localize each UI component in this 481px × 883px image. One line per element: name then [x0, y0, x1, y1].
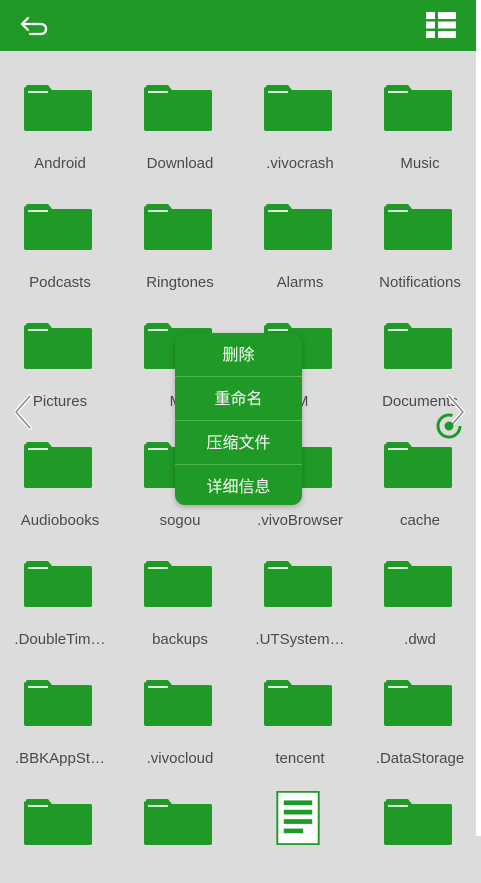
- folder-icon: [24, 799, 92, 845]
- folder-icon: [144, 561, 212, 607]
- back-arrow-icon[interactable]: [18, 10, 52, 40]
- folder-icon: [264, 85, 332, 131]
- folder-icon: [24, 323, 92, 369]
- folder-item[interactable]: .DataStorage: [360, 646, 480, 767]
- folder-icon: [24, 680, 92, 726]
- folder-item[interactable]: Ringtones: [120, 170, 240, 291]
- folder-icon: [144, 680, 212, 726]
- folder-icon: [384, 442, 452, 488]
- folder-item[interactable]: Alarms: [240, 170, 360, 291]
- folder-icon: [144, 204, 212, 250]
- folder-item[interactable]: [360, 765, 480, 883]
- folder-item[interactable]: Notifications: [360, 170, 480, 291]
- folder-icon: [384, 204, 452, 250]
- context-menu: 删除 重命名 压缩文件 详细信息: [175, 333, 302, 505]
- folder-item[interactable]: backups: [120, 527, 240, 648]
- folder-item[interactable]: Documents: [360, 289, 480, 410]
- folder-item[interactable]: Podcasts: [0, 170, 120, 291]
- folder-icon: [24, 204, 92, 250]
- folder-icon: [24, 442, 92, 488]
- folder-icon: [144, 85, 212, 131]
- folder-item[interactable]: Download: [120, 51, 240, 172]
- folder-icon: [24, 85, 92, 131]
- menu-delete[interactable]: 删除: [175, 333, 302, 377]
- folder-item[interactable]: Android: [0, 51, 120, 172]
- folder-item[interactable]: .BBKAppSt…: [0, 646, 120, 767]
- folder-icon: [264, 680, 332, 726]
- folder-icon: [384, 561, 452, 607]
- folder-icon: [384, 85, 452, 131]
- folder-item[interactable]: .vivocrash: [240, 51, 360, 172]
- folder-item[interactable]: [0, 765, 120, 883]
- folder-icon: [384, 799, 452, 845]
- folder-item[interactable]: .UTSystem…: [240, 527, 360, 648]
- menu-details[interactable]: 详细信息: [175, 465, 302, 505]
- folder-item[interactable]: [240, 765, 360, 883]
- folder-item[interactable]: Music: [360, 51, 480, 172]
- folder-item[interactable]: Pictures: [0, 289, 120, 410]
- folder-item[interactable]: [120, 765, 240, 883]
- top-app-bar: [0, 0, 476, 51]
- folder-icon: [144, 799, 212, 845]
- document-icon: [276, 791, 320, 845]
- folder-item[interactable]: .dwd: [360, 527, 480, 648]
- list-view-icon[interactable]: [426, 12, 456, 38]
- folder-item[interactable]: tencent: [240, 646, 360, 767]
- folder-item[interactable]: .vivocloud: [120, 646, 240, 767]
- menu-rename[interactable]: 重命名: [175, 377, 302, 421]
- refresh-icon[interactable]: [435, 412, 463, 440]
- folder-item[interactable]: .DoubleTim…: [0, 527, 120, 648]
- folder-icon: [384, 680, 452, 726]
- folder-icon: [264, 561, 332, 607]
- folder-icon: [264, 204, 332, 250]
- folder-icon: [24, 561, 92, 607]
- folder-icon: [384, 323, 452, 369]
- chevron-left-icon[interactable]: [10, 392, 36, 432]
- menu-compress[interactable]: 压缩文件: [175, 421, 302, 465]
